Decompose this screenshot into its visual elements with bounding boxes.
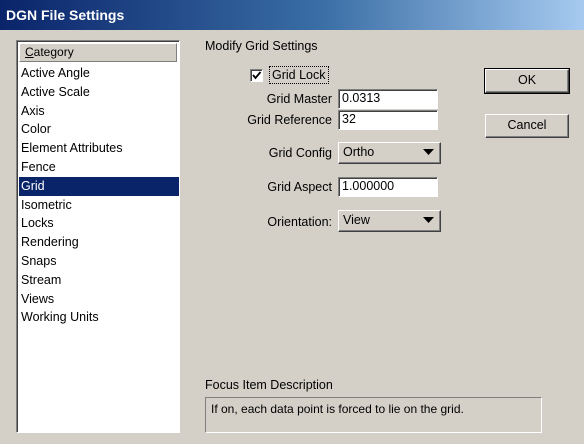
category-list: Active Angle Active Scale Axis Color Ele… [19,64,179,327]
category-item-color[interactable]: Color [19,120,179,139]
grid-config-value: Ortho [343,145,375,159]
category-item-isometric[interactable]: Isometric [19,196,179,215]
category-item-active-scale[interactable]: Active Scale [19,83,179,102]
grid-master-input[interactable]: 0.0313 [338,89,438,109]
cancel-button[interactable]: Cancel [485,114,569,138]
triangle-down-icon [423,149,434,155]
category-item-views[interactable]: Views [19,290,179,309]
dgn-file-settings-dialog: DGN File Settings Category Active Angle … [0,0,584,444]
grid-lock-row[interactable]: Grid Lock [250,66,329,84]
grid-lock-checkbox[interactable] [250,68,263,82]
window-title: DGN File Settings [0,0,584,30]
category-item-stream[interactable]: Stream [19,271,179,290]
category-item-element-attributes[interactable]: Element Attributes [19,139,179,158]
orientation-value: View [343,213,370,227]
check-mark-icon [252,70,262,79]
orientation-label: Orientation: [267,215,332,229]
category-item-active-angle[interactable]: Active Angle [19,64,179,83]
category-item-rendering[interactable]: Rendering [19,233,179,252]
orientation-dropdown[interactable]: View [338,210,441,232]
category-item-fence[interactable]: Fence [19,158,179,177]
triangle-down-icon [423,217,434,223]
category-item-grid[interactable]: Grid [19,176,179,196]
ok-button[interactable]: OK [484,68,570,94]
grid-reference-input[interactable]: 32 [338,110,438,130]
category-item-working-units[interactable]: Working Units [19,308,179,327]
category-header[interactable]: Category [19,43,177,62]
category-item-locks[interactable]: Locks [19,214,179,233]
grid-config-dropdown[interactable]: Ortho [338,142,441,164]
grid-aspect-input[interactable]: 1.000000 [338,177,438,197]
category-list-panel: Category Active Angle Active Scale Axis … [16,40,180,433]
category-item-axis[interactable]: Axis [19,102,179,121]
category-header-rest: ategory [33,45,74,59]
grid-master-label: Grid Master [266,92,332,106]
focus-item-description: If on, each data point is forced to lie … [205,397,542,433]
focus-item-description-label: Focus Item Description [205,378,333,392]
grid-lock-label[interactable]: Grid Lock [269,66,329,84]
grid-config-label: Grid Config [268,146,332,160]
category-header-mnemonic: C [25,45,34,59]
grid-reference-label: Grid Reference [247,113,332,127]
grid-aspect-label: Grid Aspect [267,180,332,194]
category-item-snaps[interactable]: Snaps [19,252,179,271]
section-title: Modify Grid Settings [205,39,318,53]
